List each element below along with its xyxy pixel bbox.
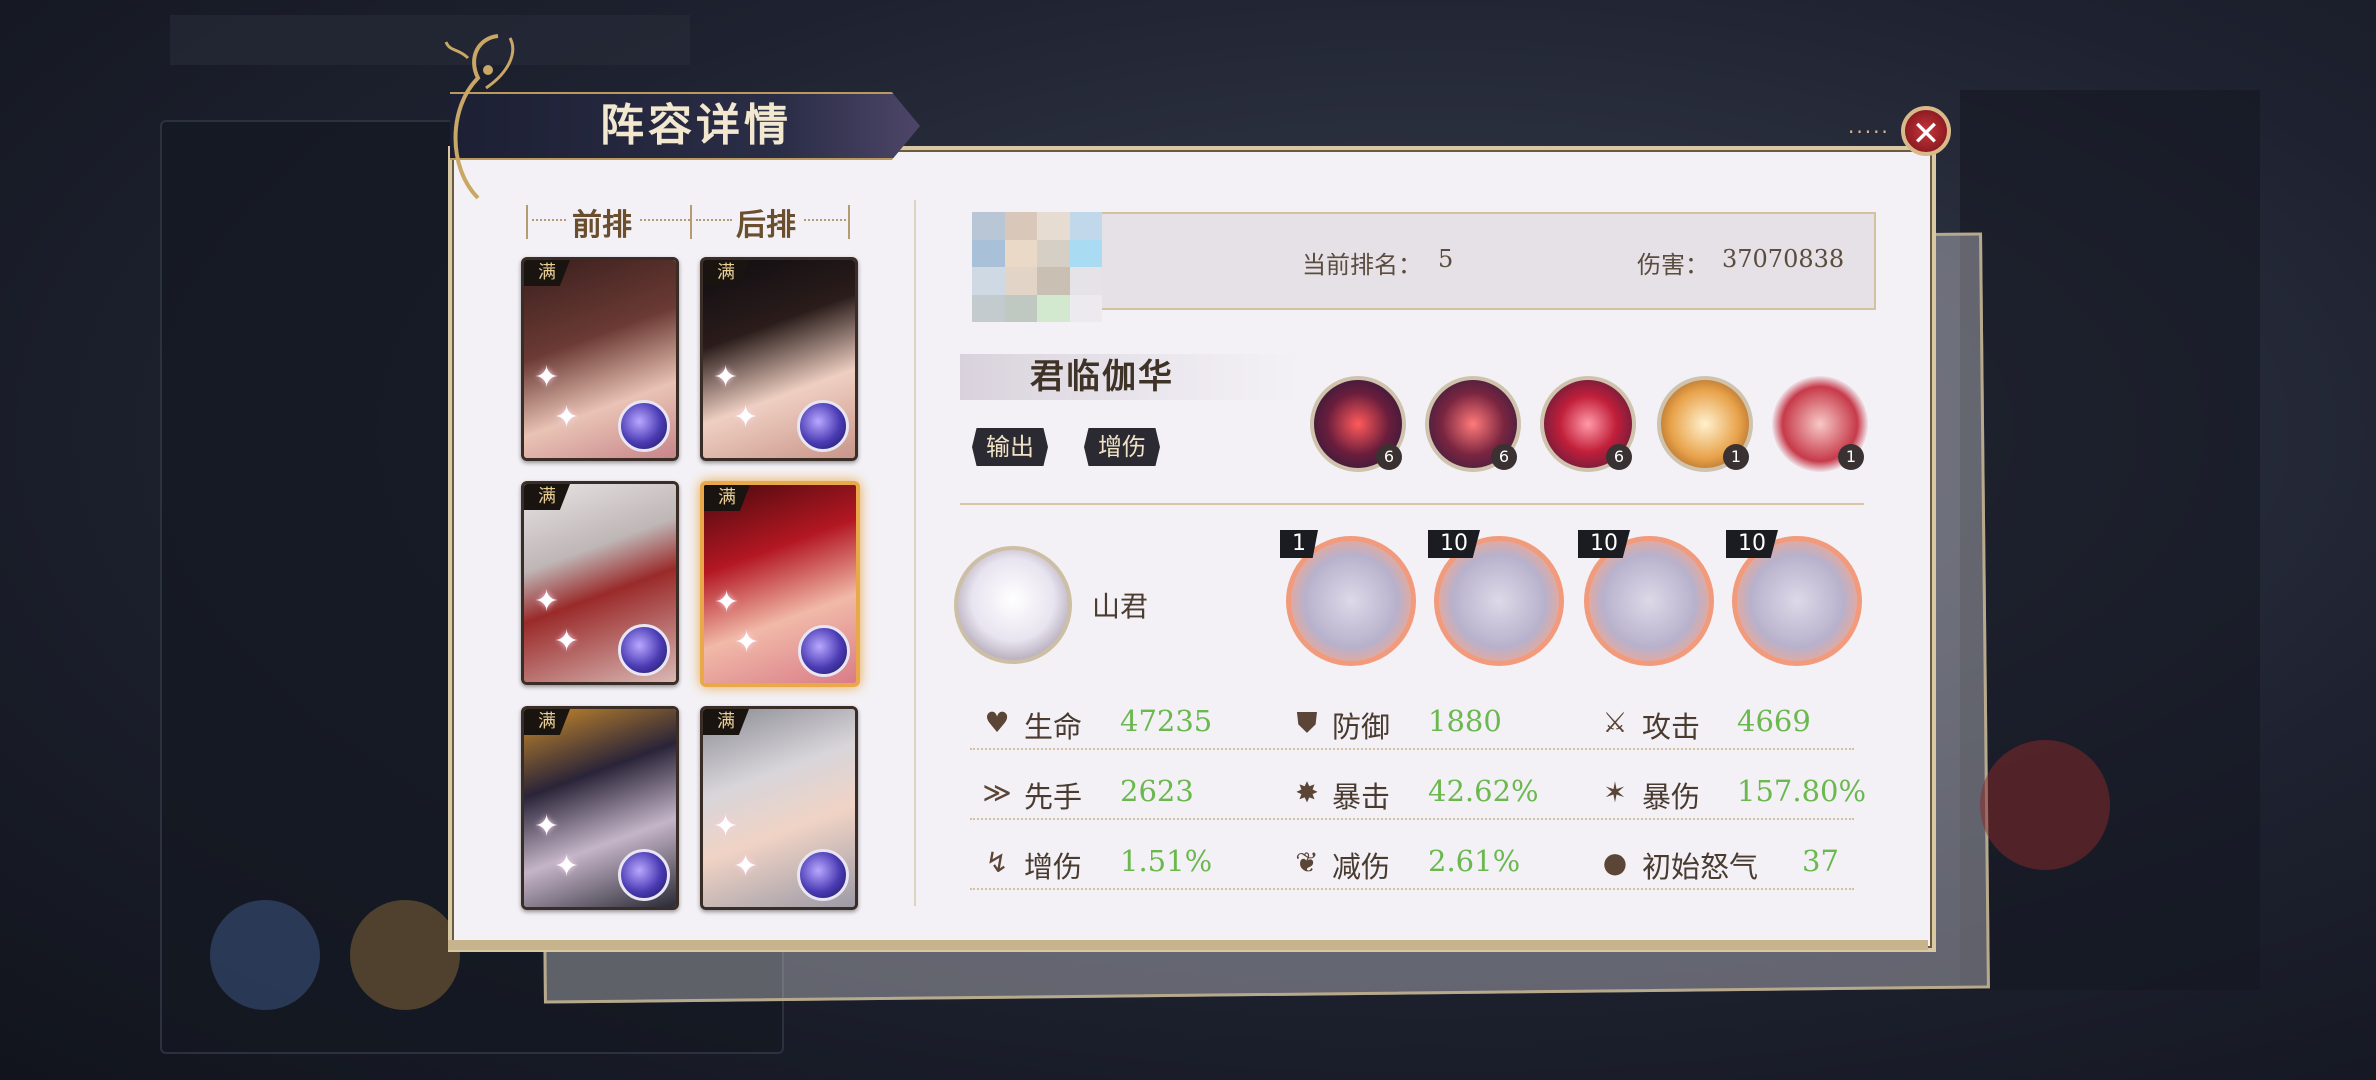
section-divider	[960, 503, 1864, 505]
rank-value: 5	[1438, 245, 1454, 273]
crit-damage-icon: ✶	[1603, 776, 1627, 809]
gem-orb-icon	[797, 849, 849, 901]
close-icon: ✕	[1911, 114, 1941, 154]
pet-skill-level: 10	[1428, 530, 1480, 558]
stat-row-divider	[970, 748, 1854, 750]
close-button[interactable]: ✕	[1901, 106, 1951, 156]
stat-value: 1.51%	[1120, 844, 1213, 878]
stat-name: 暴击	[1332, 780, 1391, 814]
sparkle-icon: ✦	[534, 584, 560, 619]
sparkle-icon: ✦	[714, 585, 740, 620]
modal-title: 阵容详情	[600, 100, 792, 151]
heart-icon: ♥	[984, 706, 1010, 739]
pet-skill-level: 10	[1726, 530, 1778, 558]
stat-name: 初始怒气	[1642, 850, 1759, 884]
equip-level: 6	[1376, 444, 1402, 470]
equip-level: 6	[1606, 444, 1632, 470]
stat-name: 防御	[1332, 710, 1391, 744]
rage-drop-icon: ●	[1602, 846, 1628, 879]
stat-name: 减伤	[1332, 850, 1391, 884]
stat-name: 暴伤	[1642, 780, 1701, 814]
row-divider	[640, 219, 690, 221]
stat-value: 42.62%	[1428, 774, 1539, 808]
stat-row-divider	[970, 818, 1854, 820]
sparkle-icon: ✦	[733, 400, 759, 435]
background-decoration	[1980, 740, 2110, 870]
damage-value: 37070838	[1722, 245, 1845, 273]
hero-card[interactable]: 满 ✦ ✦	[521, 257, 679, 461]
crit-icon: ✸	[1295, 776, 1319, 809]
stat-value: 2.61%	[1428, 844, 1521, 878]
pet-skill-level: 1	[1280, 530, 1318, 558]
damage-label: 伤害：	[1637, 251, 1709, 279]
row-divider	[696, 219, 732, 221]
equip-level: 1	[1838, 444, 1864, 470]
character-name: 君临伽华	[1030, 357, 1174, 397]
stat-value: 47235	[1120, 704, 1213, 738]
stat-name: 先手	[1024, 780, 1083, 814]
stat-name: 生命	[1024, 710, 1083, 744]
stat-value: 157.80%	[1737, 774, 1867, 808]
row-divider	[532, 219, 566, 221]
damage-boost-icon: ↯	[985, 846, 1009, 879]
rank-label: 当前排名：	[1302, 251, 1422, 279]
sparkle-icon: ✦	[554, 849, 580, 884]
background-decoration	[210, 900, 320, 1010]
deer-emblem-icon	[444, 34, 515, 200]
sparkle-icon: ✦	[554, 400, 580, 435]
sparkle-icon: ✦	[713, 809, 739, 844]
role-tag-output: 输出	[972, 428, 1048, 466]
sparkle-icon: ✦	[713, 360, 739, 395]
close-decoration: ·····	[1848, 120, 1890, 144]
sparkle-icon: ✦	[734, 625, 760, 660]
gem-orb-icon	[618, 400, 670, 452]
stat-row-divider	[970, 888, 1854, 890]
hero-card[interactable]: 满 ✦ ✦	[700, 706, 858, 910]
front-row-label: 前排	[572, 208, 632, 243]
equip-level: 6	[1491, 444, 1517, 470]
sword-icon: ⚔	[1602, 706, 1628, 739]
stat-value: 4669	[1737, 704, 1811, 738]
section-divider	[914, 200, 916, 906]
hero-card[interactable]: 满 ✦ ✦	[521, 706, 679, 910]
gem-orb-icon	[618, 624, 670, 676]
hero-card-selected[interactable]: 满 ✦ ✦	[700, 481, 860, 687]
modal-bottom-border	[448, 940, 1928, 950]
sparkle-icon: ✦	[554, 624, 580, 659]
pet-skill-level: 10	[1578, 530, 1630, 558]
stat-value: 37	[1802, 844, 1839, 878]
stat-name: 攻击	[1642, 710, 1701, 744]
sparkle-icon: ✦	[534, 360, 560, 395]
role-tag-damage-boost: 增伤	[1084, 428, 1160, 466]
sparkle-icon: ✦	[733, 849, 759, 884]
speed-icon: ≫	[982, 776, 1012, 809]
hero-card[interactable]: 满 ✦ ✦	[700, 257, 858, 461]
sparkle-icon: ✦	[534, 809, 560, 844]
stat-value: 2623	[1120, 774, 1194, 808]
equip-level: 1	[1723, 444, 1749, 470]
pet-tiger-avatar[interactable]	[954, 546, 1072, 664]
stat-name: 增伤	[1024, 850, 1083, 884]
gem-orb-icon	[797, 400, 849, 452]
row-divider	[526, 205, 528, 239]
row-divider	[690, 205, 692, 239]
row-divider	[804, 219, 846, 221]
stat-value: 1880	[1428, 704, 1502, 738]
shield-icon: ⛊	[1296, 706, 1318, 739]
row-divider	[848, 205, 850, 239]
hero-card[interactable]: 满 ✦ ✦	[521, 481, 679, 685]
gem-orb-icon	[618, 849, 670, 901]
back-row-label: 后排	[736, 208, 796, 243]
background-decoration	[350, 900, 460, 1010]
gem-orb-icon	[798, 625, 850, 677]
player-avatar[interactable]	[972, 212, 1102, 322]
pet-name: 山君	[1092, 590, 1149, 623]
damage-reduce-icon: ❦	[1295, 846, 1319, 879]
